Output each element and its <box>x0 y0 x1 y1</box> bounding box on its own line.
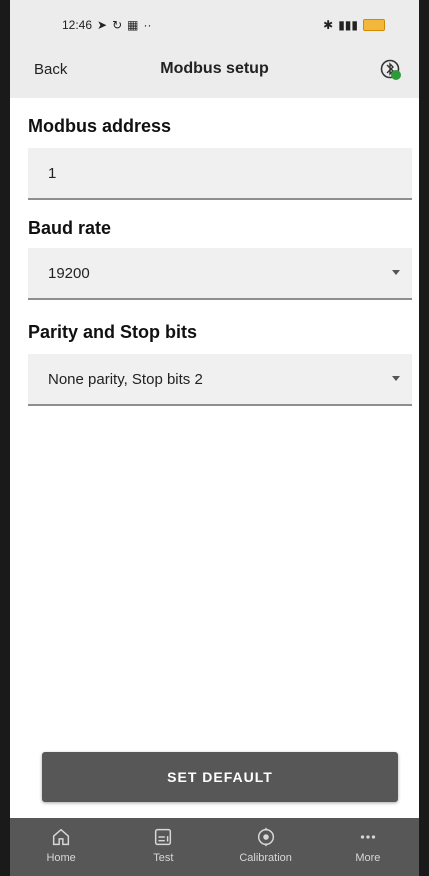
location-arrow-icon: ➤ <box>97 18 108 32</box>
bottom-nav: Home Test Calibration More <box>10 818 419 876</box>
nav-item-home[interactable]: Home <box>10 818 112 876</box>
chevron-down-icon <box>392 270 400 275</box>
more-icon <box>360 835 376 839</box>
nav-item-calibration[interactable]: Calibration <box>215 818 317 876</box>
signal-icon: ▮▮▮ <box>338 18 358 32</box>
baud-rate-select[interactable]: 19200 <box>28 248 412 300</box>
baud-rate-label: Baud rate <box>28 218 112 238</box>
bluetooth-icon: ✱ <box>323 18 334 32</box>
status-left: 12:46 ➤ ↻ ▦ ·· <box>62 18 152 32</box>
status-right: ✱ ▮▮▮ <box>323 18 385 32</box>
test-icon <box>155 828 172 846</box>
status-bar: 12:46 ➤ ↻ ▦ ·· ✱ ▮▮▮ <box>10 18 419 38</box>
nav-label-test: Test <box>153 852 174 864</box>
set-default-button[interactable]: SET DEFAULT <box>42 752 398 802</box>
app-screen: 12:46 ➤ ↻ ▦ ·· ✱ ▮▮▮ Back Modbus setup M… <box>10 0 419 876</box>
page-title: Modbus setup <box>160 60 269 77</box>
status-time: 12:46 <box>62 18 93 32</box>
nav-item-test[interactable]: Test <box>112 818 214 876</box>
nav-label-more: More <box>355 852 381 864</box>
qr-icon: ▦ <box>127 18 139 32</box>
sync-icon: ↻ <box>112 18 123 32</box>
modbus-address-field[interactable]: 1 <box>28 148 412 200</box>
modbus-address-label: Modbus address <box>28 116 172 136</box>
more-dots-icon: ·· <box>143 18 152 32</box>
battery-icon <box>363 19 385 31</box>
modbus-address-value: 1 <box>48 165 57 182</box>
nav-label-home: Home <box>46 852 76 864</box>
home-icon <box>53 828 70 846</box>
nav-item-more[interactable]: More <box>317 818 419 876</box>
chevron-down-icon <box>392 376 400 381</box>
bezel-left <box>0 0 10 876</box>
calibration-icon <box>257 827 274 847</box>
nav-label-calibration: Calibration <box>239 852 292 864</box>
parity-stop-bits-label: Parity and Stop bits <box>28 322 198 342</box>
nav-row: Back Modbus setup <box>10 58 419 84</box>
top-bar: 12:46 ➤ ↻ ▦ ·· ✱ ▮▮▮ Back Modbus setup <box>10 0 419 98</box>
parity-stop-bits-value: None parity, Stop bits 2 <box>48 371 203 388</box>
bezel-right <box>419 0 429 876</box>
parity-stop-bits-select[interactable]: None parity, Stop bits 2 <box>28 354 412 406</box>
baud-rate-value: 19200 <box>48 265 90 282</box>
bluetooth-connected-icon[interactable] <box>379 58 403 82</box>
phone-frame: 12:46 ➤ ↻ ▦ ·· ✱ ▮▮▮ Back Modbus setup M… <box>0 0 429 876</box>
